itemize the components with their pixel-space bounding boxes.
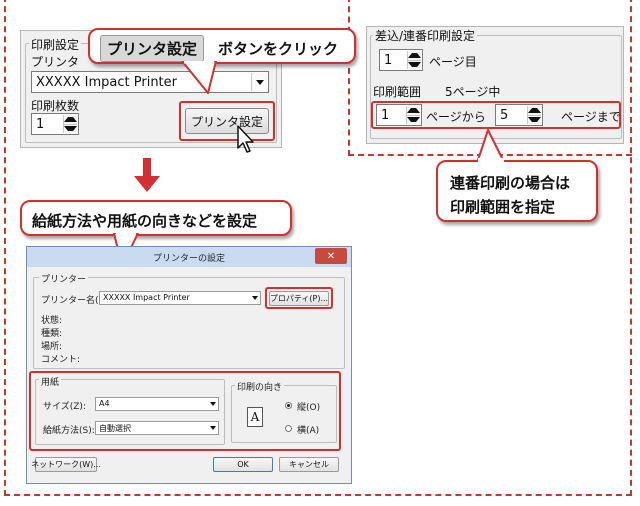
page-number-stepper[interactable]: 1 (379, 49, 423, 71)
serial-print-group-label: 差込/連番印刷設定 (373, 27, 478, 44)
callout-right-line1: 連番印刷の場合は (450, 174, 571, 192)
range-label: 印刷範囲 (373, 85, 422, 99)
printer-setup-dialog: プリンターの設定 ✕ プリンター プリンター名(N): XXXXX Impact… (26, 246, 352, 484)
callout-highlight-chip: プリンタ設定 (100, 35, 205, 62)
spin-up-icon[interactable] (64, 115, 77, 124)
ok-button[interactable]: OK (213, 457, 273, 472)
spin-up-icon[interactable] (407, 106, 420, 115)
dialog-paper-group-label: 用紙 (39, 375, 62, 388)
callout-right-pointer-cover (478, 158, 504, 163)
range-to-value: 5 (500, 108, 509, 123)
mouse-cursor-icon (237, 125, 254, 153)
landscape-label: 横(A) (297, 426, 320, 436)
range-from-stepper[interactable]: 1 (376, 104, 422, 126)
dialog-orientation-group-label: 印刷の向き (235, 380, 285, 393)
chevron-down-icon[interactable] (208, 398, 218, 410)
chevron-down-icon[interactable] (250, 292, 260, 304)
range-to-suffix: ページまで (561, 110, 621, 124)
type-label: 種類: (41, 329, 63, 339)
copies-value: 1 (36, 117, 45, 132)
callout-paper-settings: 給紙方法や用紙の向きなどを設定 (20, 200, 292, 236)
range-to-stepper[interactable]: 5 (495, 104, 543, 126)
copies-label: 印刷枚数 (31, 99, 80, 113)
callout-click-printer-settings: プリンタ設定 ボタンをクリック (88, 28, 356, 64)
paper-size-value: A4 (99, 399, 110, 408)
range-from-value: 1 (381, 108, 390, 123)
spin-down-icon[interactable] (64, 123, 77, 133)
serial-print-panel: 差込/連番印刷設定 1 ページ目 印刷範囲 5ページ中 1 ページから 5 ペー… (366, 26, 624, 144)
callout-top-text: ボタンをクリック (218, 40, 339, 58)
orientation-glyph: A (250, 410, 260, 424)
location-label: 場所: (41, 342, 63, 352)
arrow-down-icon (134, 158, 160, 192)
callout-specify-range: 連番印刷の場合は 印刷範囲を指定 (436, 160, 598, 222)
source-label: 給紙方法(S): (43, 426, 95, 436)
printer-name-value: XXXXX Impact Printer (103, 293, 190, 302)
portrait-label: 縦(O) (297, 403, 321, 413)
portrait-radio[interactable] (285, 402, 292, 409)
network-button[interactable]: ネットワーク(W)... (31, 457, 101, 472)
copies-stepper[interactable]: 1 (31, 113, 79, 135)
dialog-titlebar: プリンターの設定 ✕ (27, 247, 351, 267)
spin-up-icon[interactable] (408, 51, 421, 60)
page-suffix-label: ページ目 (429, 55, 477, 69)
paper-source-select[interactable]: 自動選択 (95, 421, 219, 435)
close-icon[interactable]: ✕ (315, 248, 347, 264)
printer-select[interactable]: XXXXX Impact Printer (31, 71, 269, 93)
size-label: サイズ(Z): (43, 402, 86, 412)
paper-source-value: 自動選択 (99, 424, 131, 433)
chevron-down-icon[interactable] (208, 422, 218, 434)
range-from-suffix: ページから (426, 110, 486, 124)
print-settings-group-label: 印刷設定 (29, 36, 82, 53)
dialog-printer-group-label: プリンター (39, 272, 89, 285)
dialog-title: プリンターの設定 (153, 254, 226, 264)
spin-down-icon[interactable] (528, 114, 541, 124)
landscape-radio[interactable] (285, 425, 292, 432)
properties-button[interactable]: プロパティ(P)... (269, 291, 329, 306)
range-total-label: 5ページ中 (445, 85, 501, 99)
orientation-portrait-icon: A (247, 407, 263, 427)
printer-name-select[interactable]: XXXXX Impact Printer (99, 291, 261, 305)
spin-down-icon[interactable] (408, 59, 421, 69)
callout-top-pointer (181, 61, 217, 94)
page-number-value: 1 (384, 53, 393, 68)
callout-right-line2: 印刷範囲を指定 (450, 198, 556, 216)
spin-up-icon[interactable] (528, 106, 541, 115)
cancel-button[interactable]: キャンセル (279, 457, 339, 472)
printer-label: プリンタ (31, 55, 80, 69)
printer-select-value: XXXXX Impact Printer (36, 75, 178, 90)
chevron-down-icon[interactable] (251, 73, 267, 91)
callout-middle-text: 給紙方法や用紙の向きなどを設定 (32, 212, 258, 230)
status-label: 状態: (41, 316, 63, 326)
comment-label: コメント: (41, 355, 81, 365)
paper-size-select[interactable]: A4 (95, 397, 219, 411)
spin-down-icon[interactable] (407, 114, 420, 124)
